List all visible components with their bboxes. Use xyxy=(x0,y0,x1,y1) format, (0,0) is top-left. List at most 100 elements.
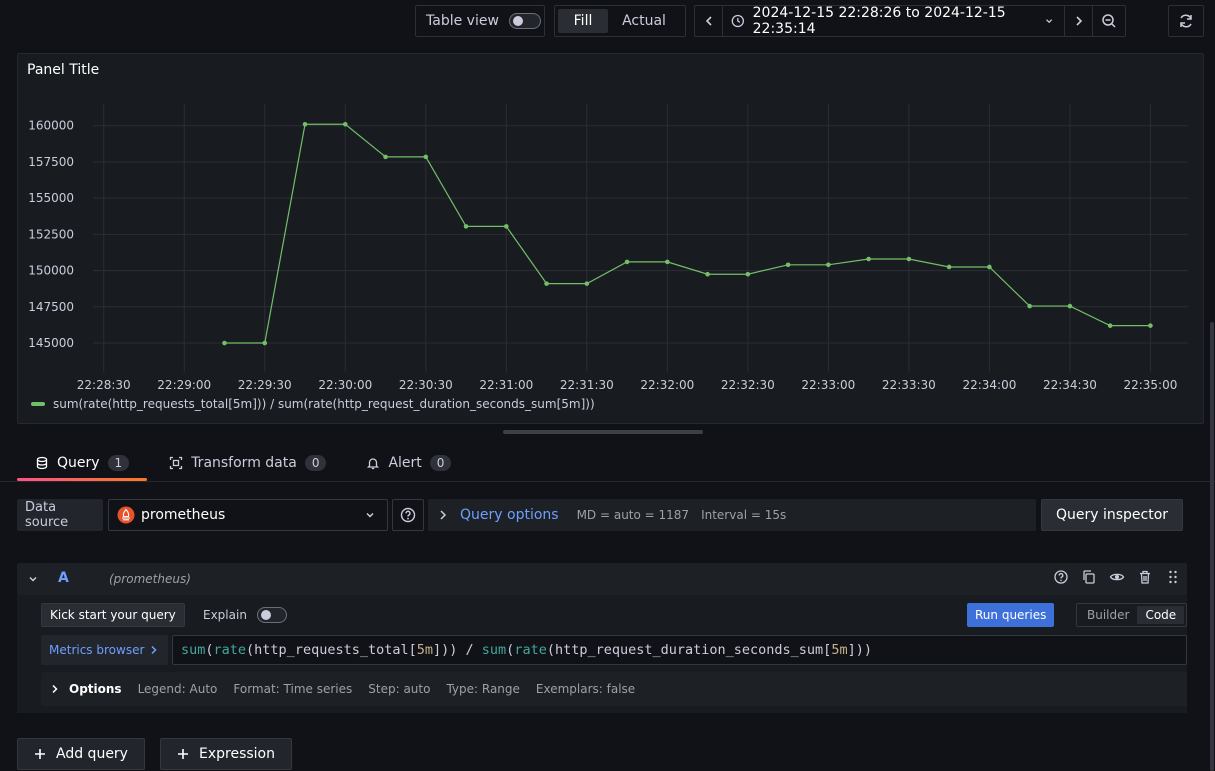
x-tick-label: 22:28:30 xyxy=(77,378,131,392)
x-tick-label: 22:30:30 xyxy=(399,378,453,392)
y-tick-label: 150000 xyxy=(28,264,74,278)
query-options[interactable]: Query options MD = auto = 1187 Interval … xyxy=(428,499,1036,531)
metrics-browser-button[interactable]: Metrics browser xyxy=(41,635,168,665)
zoom-out-button[interactable] xyxy=(1093,6,1125,36)
legend-swatch xyxy=(31,402,45,406)
plus-icon xyxy=(178,749,188,759)
query-ref-id[interactable]: A xyxy=(58,570,69,586)
data-point xyxy=(262,340,268,346)
tab-query-count: 1 xyxy=(107,455,130,471)
datasource-select[interactable]: prometheus xyxy=(108,499,388,531)
tab-transform-count: 0 xyxy=(304,455,327,471)
bell-icon xyxy=(367,458,380,470)
datasource-help-button[interactable] xyxy=(392,499,424,531)
promql-code-editor[interactable]: sum(rate (http_requests_total[5m])) / sum… xyxy=(172,635,1187,665)
database-icon xyxy=(36,456,48,470)
query-row-header: A (prometheus) xyxy=(17,563,1187,595)
chevron-left-icon xyxy=(705,16,712,26)
query-row-actions xyxy=(1053,569,1181,585)
table-view-toggle[interactable]: Table view xyxy=(415,5,545,37)
expression-label: Expression xyxy=(199,746,275,762)
data-point xyxy=(584,281,590,286)
eye-icon[interactable] xyxy=(1109,569,1125,585)
explain-toggle[interactable]: Explain xyxy=(203,607,287,623)
clock-icon xyxy=(731,14,745,28)
page-scrollbar[interactable] xyxy=(1210,322,1214,771)
query-inspector-button[interactable]: Query inspector xyxy=(1041,499,1183,531)
builder-code-toggle: Builder Code xyxy=(1076,603,1188,627)
y-tick-label: 152500 xyxy=(28,227,74,241)
question-circle-icon[interactable] xyxy=(1053,569,1069,585)
tab-alert[interactable]: Alert 0 xyxy=(348,445,469,481)
code-mode-button[interactable]: Code xyxy=(1137,606,1185,624)
time-range-button[interactable]: 2024-12-15 22:28:26 to 2024-12-15 22:35:… xyxy=(723,5,1065,37)
data-point xyxy=(1148,323,1153,328)
time-forward-button[interactable] xyxy=(1065,6,1093,36)
tab-alert-label: Alert xyxy=(388,455,422,471)
tab-transform[interactable]: Transform data 0 xyxy=(151,445,344,481)
kick-start-button[interactable]: Kick start your query xyxy=(41,603,185,627)
switch-knob xyxy=(260,610,271,620)
panel-resize-handle[interactable] xyxy=(503,430,703,434)
query-options-md: MD = auto = 1187 xyxy=(576,508,690,522)
fill-button[interactable]: Fill xyxy=(558,9,608,33)
chevron-right-icon xyxy=(440,510,447,520)
trash-icon[interactable] xyxy=(1137,569,1153,585)
x-tick-label: 22:32:30 xyxy=(721,378,775,392)
query-datasource-name: (prometheus) xyxy=(109,572,191,586)
data-point xyxy=(423,154,429,160)
drag-handle-icon[interactable] xyxy=(1165,569,1181,585)
data-point xyxy=(785,262,791,268)
time-range-text: 2024-12-15 22:28:26 to 2024-12-15 22:35:… xyxy=(752,5,1006,37)
x-tick-label: 22:29:00 xyxy=(157,378,211,392)
fill-actual-toggle: Fill Actual xyxy=(554,5,686,37)
x-tick-label: 22:30:00 xyxy=(318,378,372,392)
plus-icon xyxy=(35,749,45,759)
table-view-switch[interactable] xyxy=(508,13,541,29)
query-options-title: Query options xyxy=(460,507,559,523)
data-point xyxy=(383,154,388,160)
tab-query[interactable]: Query 1 xyxy=(17,445,148,481)
data-point xyxy=(624,259,630,265)
chevron-right-icon xyxy=(151,645,157,655)
x-tick-label: 22:31:30 xyxy=(560,378,614,392)
data-point xyxy=(946,264,952,270)
y-tick-label: 147500 xyxy=(28,300,74,314)
x-tick-label: 22:29:30 xyxy=(238,378,292,392)
option-type: Type: Range xyxy=(446,682,520,696)
datasource-row: Data source prometheus Query options MD … xyxy=(17,499,1187,531)
code-function-token: sum xyxy=(181,642,206,658)
x-tick-label: 22:33:30 xyxy=(882,378,936,392)
time-series-chart: 22:28:30 22:29:00 22:29:30 22:30:00 22:30:30… xyxy=(28,104,1188,392)
option-legend: Legend: Auto xyxy=(137,682,218,696)
run-queries-button[interactable]: Run queries xyxy=(967,603,1055,627)
question-circle-icon xyxy=(400,507,416,523)
y-tick-label: 157500 xyxy=(28,155,74,169)
chevron-down-icon xyxy=(366,512,374,518)
query-options-collapsed[interactable]: Options Legend: Auto Format: Time series… xyxy=(41,672,1187,706)
data-point xyxy=(544,281,549,286)
add-expression-button[interactable]: Expression xyxy=(160,738,292,770)
refresh-button[interactable] xyxy=(1168,5,1204,37)
copy-icon[interactable] xyxy=(1081,569,1097,585)
x-tick-label: 22:35:00 xyxy=(1123,378,1177,392)
code-duration-token: 5m xyxy=(831,642,848,658)
data-point xyxy=(866,256,871,262)
data-point xyxy=(705,271,710,277)
prometheus-logo-icon xyxy=(117,506,135,524)
data-point xyxy=(1027,303,1032,309)
data-point xyxy=(745,271,751,277)
data-point xyxy=(665,259,670,265)
series-line xyxy=(224,123,1151,344)
y-tick-label: 155000 xyxy=(28,191,74,205)
code-duration-token: 5m xyxy=(416,642,433,658)
chart-legend[interactable]: sum(rate(http_requests_total[5m])) / sum… xyxy=(31,397,595,411)
builder-mode-button[interactable]: Builder xyxy=(1079,606,1137,624)
time-back-button[interactable] xyxy=(695,6,723,36)
actual-button[interactable]: Actual xyxy=(608,9,680,33)
option-step: Step: auto xyxy=(368,682,431,696)
legend-label: sum(rate(http_requests_total[5m])) / sum… xyxy=(53,397,595,411)
collapse-chevron-icon[interactable] xyxy=(27,573,39,585)
add-query-button[interactable]: Add query xyxy=(17,738,145,770)
explain-switch[interactable] xyxy=(256,607,287,623)
